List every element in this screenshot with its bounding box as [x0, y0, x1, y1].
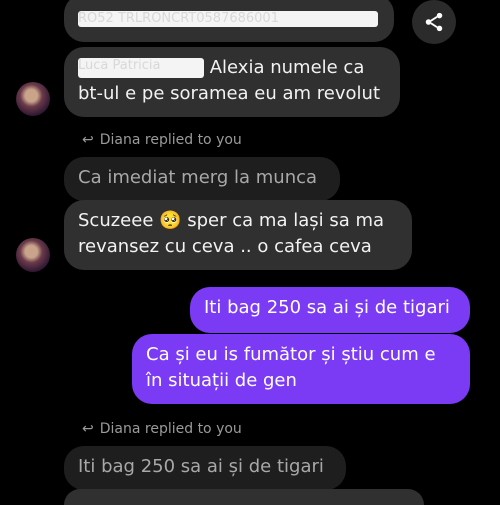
- sent-message[interactable]: Ca și eu is fumător și știu cum e în sit…: [132, 334, 470, 404]
- quoted-text: Ca imediat merg la munca: [78, 167, 318, 188]
- redacted-name: Luca Patricia: [78, 58, 204, 78]
- message-line: Luca Patricia Alexia numele ca: [78, 55, 386, 81]
- message-text: bt-ul e pe soramea eu am revolut: [78, 83, 381, 104]
- message-text: Alexia numele ca: [209, 57, 365, 78]
- quoted-text: Iti bag 250 sa ai și de tigari: [78, 456, 324, 477]
- message-text: Ca și eu is fumător și știu cum e: [146, 344, 436, 365]
- reply-note: ↩ Diana replied to you: [82, 421, 242, 437]
- message-bubble[interactable]: Scuzeee 🥺 sper ca ma lași sa ma revansez…: [64, 200, 412, 270]
- quoted-message[interactable]: Iti bag 250 sa ai și de tigari: [64, 446, 346, 490]
- sent-message[interactable]: Iti bag 250 sa ai și de tigari: [190, 287, 470, 333]
- message-text: Scuzeee 🥺 sper ca ma lași sa ma: [78, 210, 385, 231]
- message-text: în situații de gen: [146, 370, 297, 391]
- avatar[interactable]: [16, 238, 50, 272]
- reply-arrow-icon: ↩: [82, 132, 94, 148]
- avatar[interactable]: [16, 82, 50, 116]
- redacted-text: RO52 TRLRONCRT0587686001: [78, 11, 378, 27]
- reply-note: ↩ Diana replied to you: [82, 132, 242, 148]
- share-button[interactable]: [412, 0, 456, 44]
- message-bubble[interactable]: Luca Patricia Alexia numele ca bt-ul e p…: [64, 47, 400, 117]
- message-text: revansez cu ceva .. o cafea ceva: [78, 236, 372, 257]
- message-text: Iti bag 250 sa ai și de tigari: [204, 297, 450, 318]
- quoted-message[interactable]: Ca imediat merg la munca: [64, 157, 340, 201]
- share-icon: [425, 12, 443, 32]
- message-bubble-redacted[interactable]: RO52 TRLRONCRT0587686001: [64, 0, 394, 42]
- reply-arrow-icon: ↩: [82, 421, 94, 437]
- message-bubble[interactable]: [64, 489, 424, 505]
